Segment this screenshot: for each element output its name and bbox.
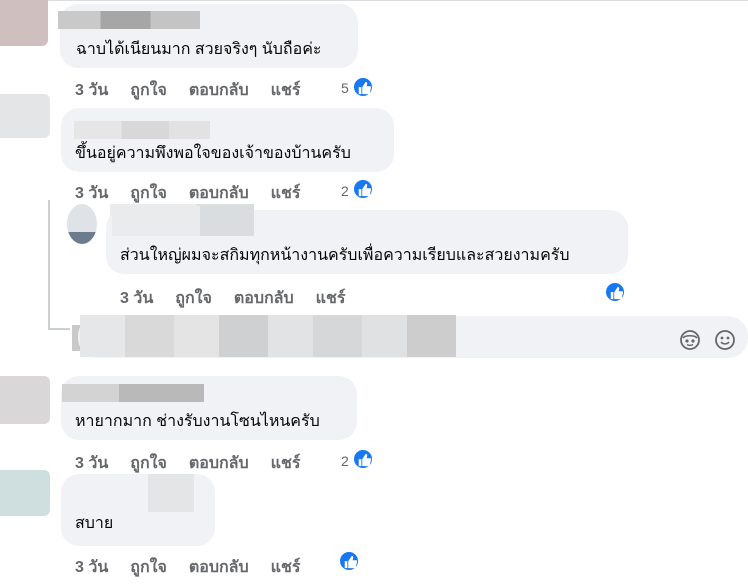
comment-text: ขึ้นอยู่ความพึงพอใจของเจ้าของบ้านครับ [75, 145, 351, 162]
timestamp[interactable]: 3 วัน [75, 181, 108, 206]
author-name[interactable] [148, 474, 194, 512]
avatar[interactable] [0, 376, 50, 424]
input-blur [80, 315, 456, 357]
share-button[interactable]: แชร์ [316, 286, 346, 311]
comment-actions: 3 วัน ถูกใจ ตอบกลับ แชร์ [75, 181, 322, 206]
comment-actions: 3 วัน ถูกใจ ตอบกลับ แชร์ [120, 286, 367, 311]
timestamp[interactable]: 3 วัน [75, 78, 108, 103]
comment-text: ฉาบได้เนียนมาก สวยจริงๆ นับถือค่ะ [76, 41, 322, 58]
thread-line [48, 200, 50, 330]
author-name[interactable] [62, 384, 204, 402]
comment-actions: 3 วัน ถูกใจ ตอบกลับ แชร์ [75, 78, 322, 103]
comment-actions: 3 วัน ถูกใจ ตอบกลับ แชร์ [75, 451, 322, 476]
comment-text: สบาย [75, 515, 114, 532]
share-button[interactable]: แชร์ [271, 555, 301, 580]
reaction-count[interactable]: 2 [341, 183, 349, 199]
author-name[interactable] [58, 11, 200, 29]
avatar[interactable] [0, 0, 48, 46]
timestamp[interactable]: 3 วัน [75, 451, 108, 476]
comment-text: ส่วนใหญ่ผมจะสกิมทุกหน้างานครับเพื่อความเ… [120, 247, 570, 264]
like-icon[interactable] [352, 76, 374, 98]
reply-button[interactable]: ตอบกลับ [189, 555, 249, 580]
avatar-sticker-icon[interactable] [679, 329, 701, 351]
reaction-count[interactable]: 5 [341, 80, 349, 96]
like-button[interactable]: ถูกใจ [175, 286, 212, 311]
like-button[interactable]: ถูกใจ [130, 555, 167, 580]
emoji-icon[interactable] [714, 329, 736, 351]
share-button[interactable]: แชร์ [271, 181, 301, 206]
top-divider [0, 0, 748, 1]
like-button[interactable]: ถูกใจ [130, 451, 167, 476]
reply-button[interactable]: ตอบกลับ [189, 181, 249, 206]
timestamp[interactable]: 3 วัน [120, 286, 153, 311]
share-button[interactable]: แชร์ [271, 451, 301, 476]
like-button[interactable]: ถูกใจ [130, 181, 167, 206]
comment-text: หายากมาก ช่างรับงานโซนไหนครับ [75, 413, 320, 430]
like-icon[interactable] [352, 178, 374, 200]
like-icon[interactable] [352, 448, 374, 470]
thread-branch [48, 328, 70, 330]
like-icon[interactable] [338, 550, 360, 572]
reply-button[interactable]: ตอบกลับ [189, 451, 249, 476]
avatar[interactable] [67, 204, 97, 244]
share-button[interactable]: แชร์ [271, 78, 301, 103]
timestamp[interactable]: 3 วัน [75, 555, 108, 580]
avatar[interactable] [0, 94, 50, 138]
reply-button[interactable]: ตอบกลับ [234, 286, 294, 311]
author-name-overlay [112, 206, 254, 236]
reply-button[interactable]: ตอบกลับ [189, 78, 249, 103]
comment-actions: 3 วัน ถูกใจ ตอบกลับ แชร์ [75, 555, 322, 580]
reaction-count[interactable]: 2 [341, 453, 349, 469]
avatar[interactable] [0, 470, 50, 516]
like-icon[interactable] [604, 281, 626, 303]
author-name[interactable] [74, 121, 210, 139]
like-button[interactable]: ถูกใจ [130, 78, 167, 103]
